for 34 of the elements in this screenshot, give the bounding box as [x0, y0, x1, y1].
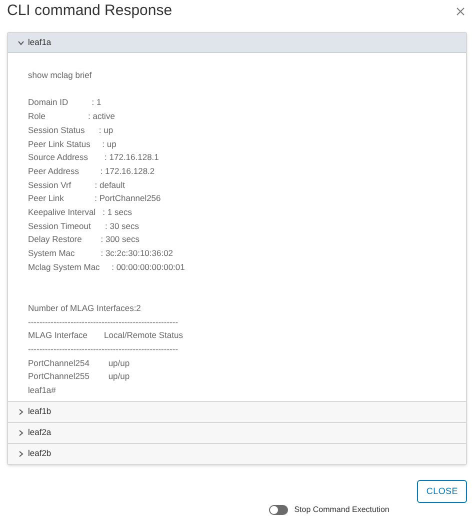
accordion-header[interactable]: leaf2b	[8, 444, 466, 464]
output-line: leaf1a#	[28, 384, 56, 398]
output-line: Role : active	[28, 110, 115, 124]
close-button[interactable]: CLOSE	[417, 480, 467, 503]
close-icon[interactable]	[456, 7, 465, 16]
accordion-header[interactable]: leaf1b	[8, 402, 466, 422]
output-line: Domain ID : 1	[28, 96, 102, 110]
output-line: Peer Address : 172.16.128.2	[28, 164, 155, 178]
output-line: Source Address : 172.16.128.1	[28, 151, 159, 164]
chevron-icon	[18, 408, 24, 415]
output-line: Peer Link Status : up	[28, 138, 116, 151]
output-line: MLAG Interface Local/Remote Status	[28, 329, 183, 342]
output-line: PortChannel255 up/up	[28, 370, 130, 384]
output-line: Session Timeout : 30 secs	[28, 220, 140, 233]
accordion-header[interactable]: leaf2a	[8, 422, 466, 443]
chevron-icon	[18, 430, 24, 436]
output-line: Number of MLAG Interfaces:2	[28, 302, 141, 315]
output-line: Mclag System Mac : 00:00:00:00:00:01	[28, 260, 185, 274]
toggle-label: Stop Command Exectution	[294, 504, 390, 516]
output-line: Keepalive Interval : 1 secs	[28, 206, 132, 220]
output-line: -----------------------------------------------------	[28, 316, 178, 329]
accordion-header[interactable]: leaf1a	[8, 33, 466, 53]
output-line: -----------------------------------------------------	[28, 343, 178, 356]
output-line: Delay Restore : 300 secs	[28, 233, 140, 246]
chevron-icon	[18, 450, 24, 457]
output-line: Session Vrf : default	[28, 178, 126, 192]
toggle-switch[interactable]	[269, 505, 288, 515]
output-line: PortChannel254 up/up	[28, 356, 130, 370]
output-line: Peer Link : PortChannel256	[28, 192, 161, 206]
chevron-icon	[18, 40, 24, 46]
dialog-title: CLI command Response	[7, 1, 172, 22]
output-line: Session Status : up	[28, 124, 114, 137]
output-line: show mclag brief	[28, 69, 92, 82]
output-line: System Mac : 3c:2c:30:10:36:02	[28, 247, 174, 260]
